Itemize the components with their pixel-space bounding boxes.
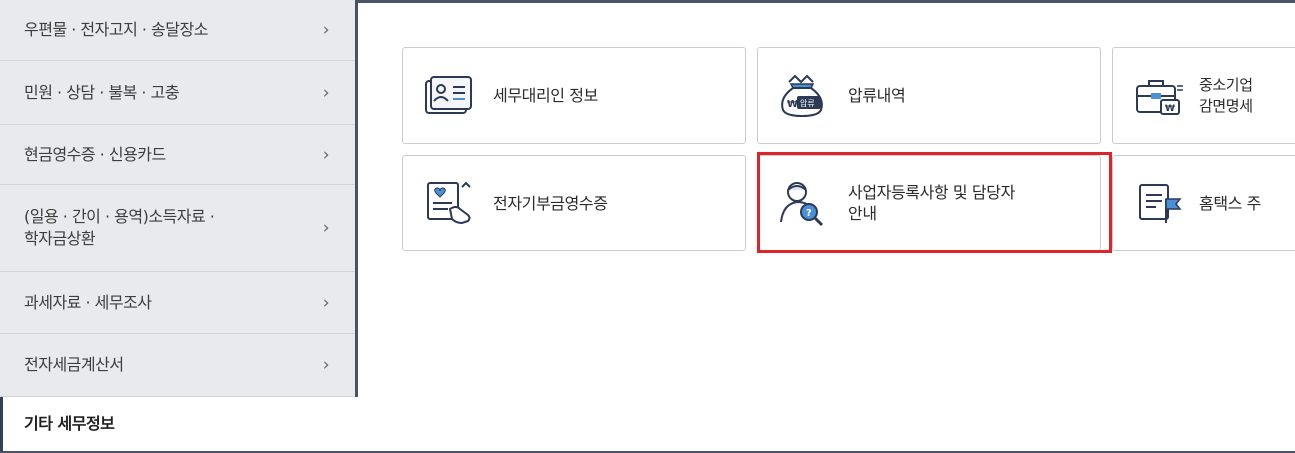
sidebar-item-civil-complaint[interactable]: 민원 · 상담 · 불복 · 고충 › [0, 61, 355, 125]
sidebar-item-e-tax-invoice[interactable]: 전자세금계산서 › [0, 334, 355, 397]
document-flag-icon [1129, 178, 1189, 228]
content-top-border [355, 0, 1295, 3]
sidebar-item-label: 과세자료 · 세무조사 [24, 292, 152, 312]
sidebar-item-label: 전자세금계산서 [24, 355, 124, 374]
card-label: 전자기부금영수증 [493, 193, 608, 213]
card-seizure-history[interactable]: ₩ 압류 압류내역 [757, 47, 1101, 144]
chevron-right-icon: › [322, 82, 330, 103]
card-business-registration-info[interactable]: ? 사업자등록사항 및 담당자 안내 [757, 155, 1101, 251]
card-e-donation-receipt[interactable]: 전자기부금영수증 [402, 155, 746, 251]
tax-agent-card-icon [419, 71, 479, 121]
sidebar-item-label: (일용 · 간이 · 용역)소득자료 · 학자금상환 [24, 207, 215, 248]
card-hometax-address[interactable]: 홈택스 주 [1112, 155, 1295, 251]
sidebar-item-label: 현금영수증 · 신용카드 [24, 144, 166, 164]
sidebar-border [355, 0, 358, 397]
chevron-right-icon: › [322, 144, 330, 165]
card-label: 세무대리인 정보 [493, 86, 598, 105]
sidebar-item-label: 민원 · 상담 · 불복 · 고충 [24, 82, 180, 102]
sidebar-item-tax-audit[interactable]: 과세자료 · 세무조사 › [0, 272, 355, 334]
card-label: 홈택스 주 [1199, 193, 1261, 213]
donation-receipt-icon [419, 178, 479, 228]
sidebar-item-other-tax-info[interactable]: 기타 세무정보 [0, 397, 355, 451]
sidebar-menu: 우편물 · 전자고지 · 송달장소 › 민원 · 상담 · 불복 · 고충 › … [0, 0, 358, 453]
chevron-right-icon: › [322, 20, 330, 40]
card-label: 압류내역 [848, 86, 906, 105]
briefcase-icon: ₩ [1129, 71, 1189, 121]
card-label: 중소기업 감면명세 [1199, 75, 1253, 115]
seizure-money-bag-icon: ₩ 압류 [774, 71, 834, 121]
card-label: 사업자등록사항 및 담당자 안내 [848, 183, 1015, 223]
sidebar-item-mail-notice[interactable]: 우편물 · 전자고지 · 송달장소 › [0, 0, 355, 61]
svg-text:압류: 압류 [800, 99, 815, 108]
svg-text:₩: ₩ [787, 99, 798, 110]
sidebar-item-income-data[interactable]: (일용 · 간이 · 용역)소득자료 · 학자금상환 › [0, 185, 355, 272]
chevron-right-icon: › [322, 355, 330, 375]
chevron-right-icon: › [322, 292, 330, 313]
svg-text:?: ? [806, 208, 812, 219]
svg-text:₩: ₩ [1165, 104, 1175, 114]
sidebar-item-label: 기타 세무정보 [24, 414, 115, 433]
chevron-right-icon: › [322, 218, 330, 238]
sidebar-item-label: 우편물 · 전자고지 · 송달장소 [24, 20, 208, 39]
sidebar-item-cash-receipt[interactable]: 현금영수증 · 신용카드 › [0, 125, 355, 185]
card-tax-agent-info[interactable]: 세무대리인 정보 [402, 47, 746, 144]
person-search-icon: ? [774, 178, 834, 228]
card-sme-exemption[interactable]: ₩ 중소기업 감면명세 [1112, 47, 1295, 144]
